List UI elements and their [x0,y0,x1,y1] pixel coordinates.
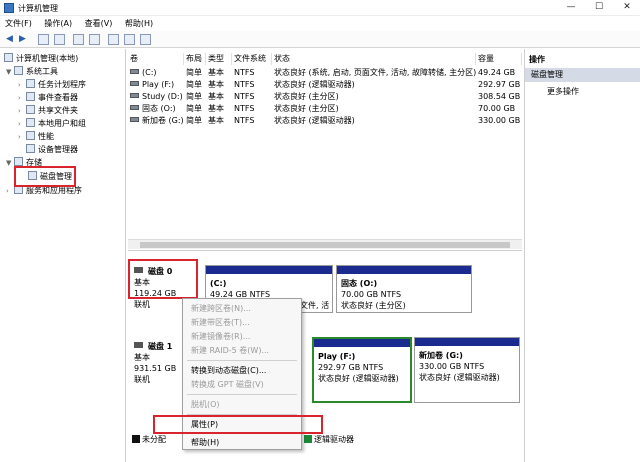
menu-convert-gpt: 转换成 GPT 磁盘(V) [191,380,264,389]
navigation-tree: 计算机管理(本地) ▼ 系统工具 › 任务计划程序 › 事件查看器 › 共享文件夹 › 本… [0,49,126,462]
menu-new-raid5-volume: 新建 RAID-5 卷(W)... [191,346,270,355]
expand-arrow-icon[interactable]: ▼ [6,157,14,169]
expand-arrow-icon[interactable]: ▼ [6,66,14,78]
menu-bar: 文件(F) 操作(A) 查看(V) 帮助(H) [0,17,640,30]
up-folder-icon[interactable] [38,34,49,45]
storage-icon [14,157,23,166]
menu-offline: 脱机(O) [191,400,220,409]
tree-root[interactable]: 计算机管理(本地) [4,53,78,65]
menu-help[interactable]: 帮助(H) [191,437,219,449]
collapse-arrow-icon[interactable]: › [18,79,26,91]
tree-device-manager[interactable]: 设备管理器 [26,144,78,156]
folder-icon [26,105,35,114]
partition-g[interactable]: 新加卷 (G:) 330.00 GB NTFS 状态良好 (逻辑驱动器) [414,337,520,403]
volume-icon [130,69,139,74]
disk1-status: 联机 [134,375,150,384]
menu-new-spanned-volume: 新建跨区卷(N)... [191,304,251,313]
volume-icon [130,105,139,110]
menu-view[interactable]: 查看(V) [80,17,118,30]
collapse-arrow-icon[interactable]: › [18,131,26,143]
actions-pane: 操作 磁盘管理 更多操作 [524,49,640,462]
window-title: 计算机管理 [18,4,58,13]
col-header-volume[interactable]: 卷 [128,53,184,65]
forward-arrow-icon[interactable]: ▶ [17,34,28,45]
computer-icon [4,53,13,62]
tree-event-viewer[interactable]: › 事件查看器 [18,92,78,104]
col-header-filesystem[interactable]: 文件系统 [232,53,272,65]
device-icon [26,144,35,153]
disk0-status: 联机 [134,300,150,309]
connect-icon[interactable] [108,34,119,45]
col-header-layout[interactable]: 布局 [184,53,206,65]
tree-shared-folders[interactable]: › 共享文件夹 [18,105,78,117]
context-menu: 新建跨区卷(N)... 新建带区卷(T)... 新建镜像卷(R)... 新建 R… [153,298,323,450]
help-icon[interactable] [89,34,100,45]
disk-icon [134,342,143,348]
scrollbar-thumb[interactable] [140,242,510,248]
menu-new-striped-volume: 新建带区卷(T)... [191,318,250,327]
users-icon [26,118,35,127]
computer-management-icon [4,3,14,13]
menu-separator [187,394,297,395]
disk1-type: 基本 [134,353,150,362]
tree-local-users[interactable]: › 本地用户和组 [18,118,86,130]
back-arrow-icon[interactable]: ◀ [4,34,15,45]
list-view-icon[interactable] [140,34,151,45]
menu-separator [187,360,297,361]
menu-help[interactable]: 帮助(H) [120,17,158,30]
clock-icon [26,79,35,88]
properties-icon[interactable] [73,34,84,45]
menu-convert-dynamic[interactable]: 转换到动态磁盘(C)... [191,365,266,377]
disk1-name: 磁盘 1 [148,342,173,351]
collapse-arrow-icon[interactable]: › [18,92,26,104]
col-header-type[interactable]: 类型 [206,53,232,65]
volume-icon [130,117,139,122]
maximize-button[interactable]: ☐ [588,1,610,14]
collapse-arrow-icon[interactable]: › [6,185,14,197]
highlight-box [153,415,323,434]
partition-o[interactable]: 固态 (O:) 70.00 GB NTFS 状态良好 (主分区) [336,265,472,313]
minimize-button[interactable]: — [560,1,582,14]
actions-header: 操作 [529,55,545,64]
highlight-box [128,259,198,299]
col-header-status[interactable]: 状态 [272,53,476,65]
partition-f[interactable]: Play (F:) 292.97 GB NTFS 状态良好 (逻辑驱动器) [312,337,412,403]
event-icon [26,92,35,101]
menu-action[interactable]: 操作(A) [39,17,77,30]
close-button[interactable]: ✕ [616,1,638,14]
col-header-capacity[interactable]: 容量 [476,53,522,65]
more-actions-link[interactable]: 更多操作 [547,86,579,98]
tree-system-tools[interactable]: ▼ 系统工具 [6,66,58,78]
highlight-box [14,166,76,187]
show-hide-tree-icon[interactable] [54,34,65,45]
legend-unallocated: 未分配 [132,435,166,445]
tools-icon [14,66,23,75]
disk1-size: 931.51 GB [134,364,177,373]
actions-section-disk-management[interactable]: 磁盘管理 [525,68,640,82]
toolbar: ◀ ▶ [0,31,640,48]
horizontal-scrollbar[interactable] [128,239,522,249]
collapse-arrow-icon[interactable]: › [18,118,26,130]
menu-new-mirrored-volume: 新建镜像卷(R)... [191,332,251,341]
tree-task-scheduler[interactable]: › 任务计划程序 [18,79,86,91]
collapse-arrow-icon[interactable]: › [18,105,26,117]
legend-logical-drive: 逻辑驱动器 [304,435,354,445]
tree-performance[interactable]: › 性能 [18,131,54,143]
volume-icon [130,81,139,86]
volume-list: 卷 布局 类型 文件系统 状态 容量 (C:) 简单 基本 NTFS 状态良好 … [128,49,522,245]
menu-file[interactable]: 文件(F) [0,17,37,30]
rescan-icon[interactable] [124,34,135,45]
performance-icon [26,131,35,140]
title-bar: 计算机管理 — ☐ ✕ [0,0,640,16]
volume-icon [130,93,139,98]
